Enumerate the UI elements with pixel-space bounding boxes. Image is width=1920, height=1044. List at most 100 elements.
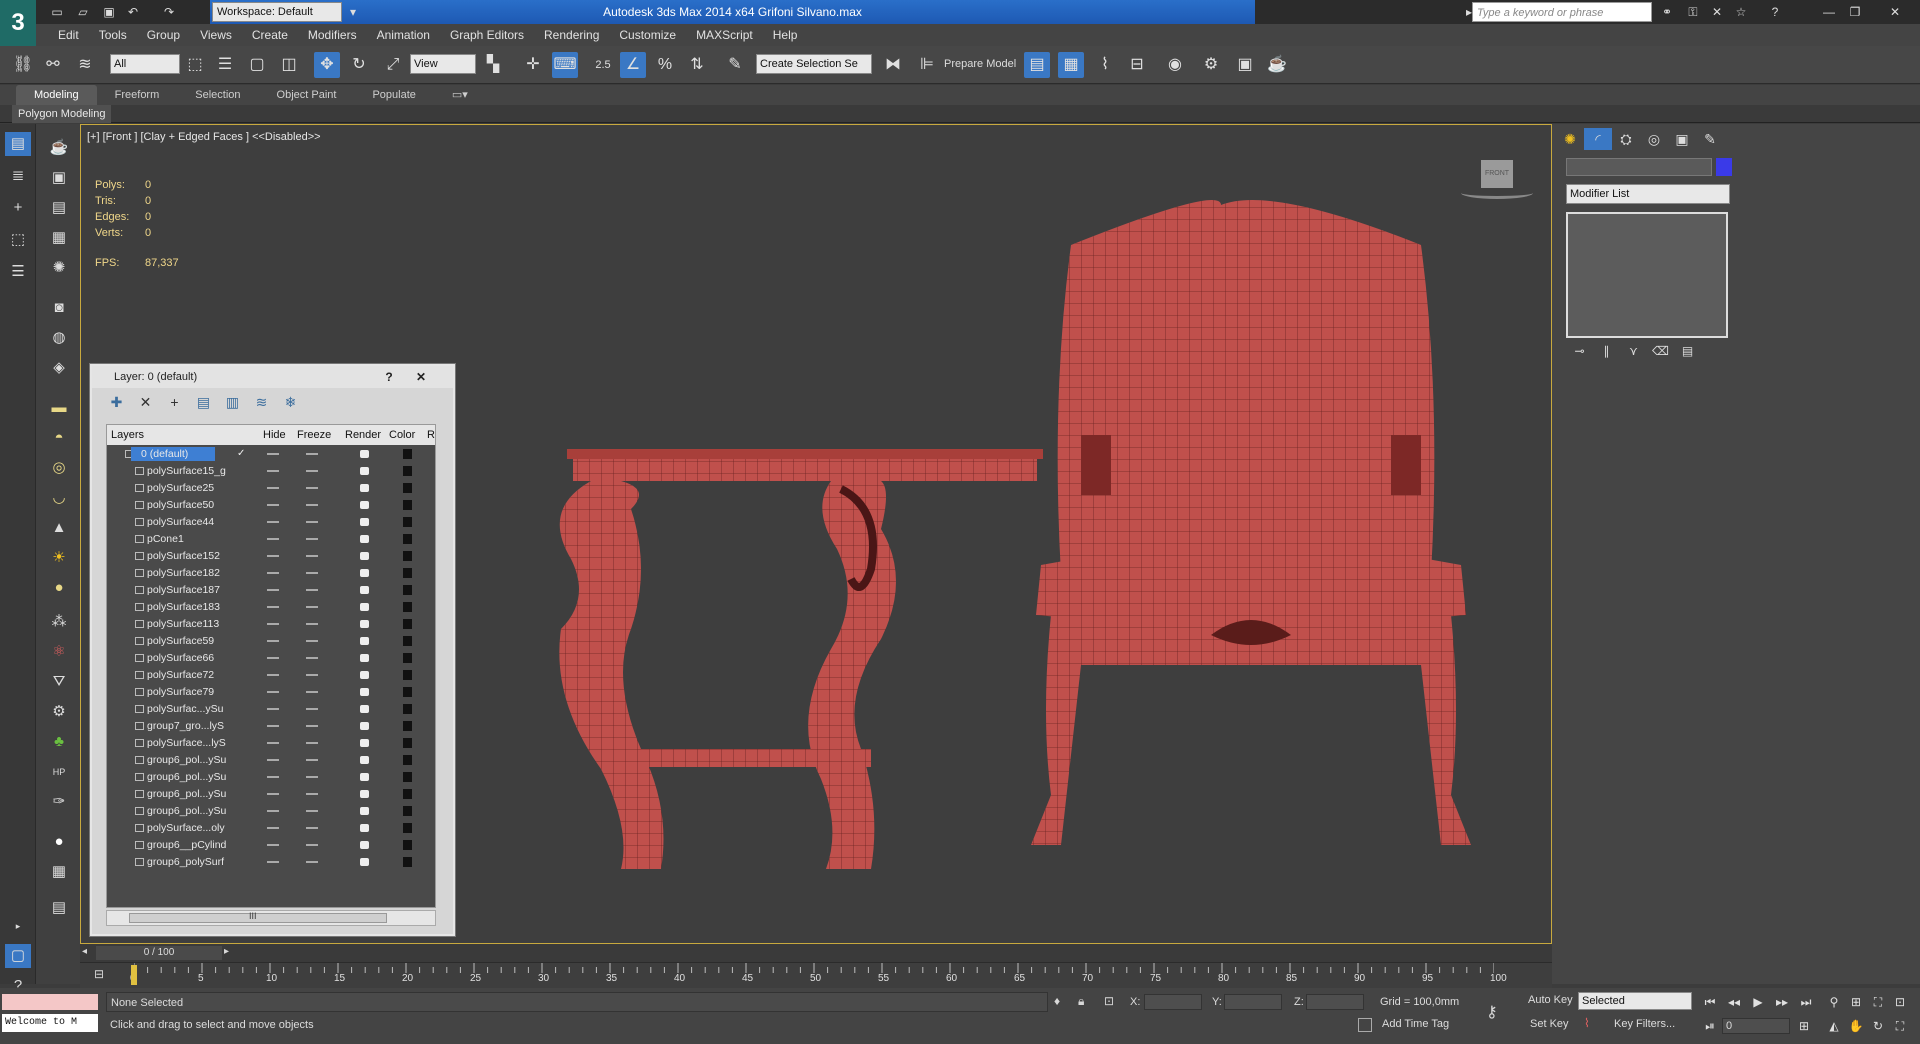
audio-icon[interactable]: ◍ xyxy=(46,326,72,350)
maximize-viewport-icon[interactable]: ⛶ xyxy=(1890,1018,1910,1034)
play-icon[interactable]: ▶ xyxy=(1748,994,1768,1010)
redo-icon[interactable]: ↷ xyxy=(160,3,178,21)
hide-toggle[interactable] xyxy=(267,691,279,693)
scene-list-icon[interactable]: ☰ xyxy=(5,260,31,284)
layer-object-row[interactable]: polySurface72 xyxy=(107,668,435,682)
add-time-tag[interactable]: Add Time Tag xyxy=(1382,1018,1449,1030)
motion-tab-icon[interactable]: ◎ xyxy=(1640,128,1668,150)
layer-object-row[interactable]: polySurface187 xyxy=(107,583,435,597)
zoom-icon[interactable]: ⚲ xyxy=(1824,994,1844,1010)
maxscript-listener-output[interactable] xyxy=(2,994,98,1010)
layer-color-swatch[interactable] xyxy=(403,857,412,867)
layer-object-row[interactable]: group6_pol...ySu xyxy=(107,753,435,767)
hide-toggle[interactable] xyxy=(267,487,279,489)
molecule-icon[interactable]: ⚛ xyxy=(46,640,72,664)
freeze-toggle[interactable] xyxy=(306,861,318,863)
layer-object-row[interactable]: group6_pol...ySu xyxy=(107,787,435,801)
named-selection-dropdown[interactable]: Create Selection Se xyxy=(756,54,872,74)
hide-toggle[interactable] xyxy=(267,470,279,472)
render-teapot-icon[interactable] xyxy=(360,722,369,730)
layer-color-swatch[interactable] xyxy=(403,738,412,748)
hide-toggle[interactable] xyxy=(267,827,279,829)
freeze-toggle[interactable] xyxy=(306,827,318,829)
search-input[interactable]: Type a keyword or phrase xyxy=(1472,2,1652,22)
hide-toggle[interactable] xyxy=(267,844,279,846)
layer-color-swatch[interactable] xyxy=(403,755,412,765)
render-teapot-icon[interactable] xyxy=(360,450,369,458)
ball-icon[interactable]: ● xyxy=(46,830,72,854)
tab-modeling[interactable]: Modeling xyxy=(16,85,97,105)
notes-icon[interactable]: ▤ xyxy=(46,196,72,220)
freeze-all-icon[interactable]: ❄ xyxy=(276,394,305,411)
torus-icon[interactable]: ◎ xyxy=(46,456,72,480)
menu-group[interactable]: Group xyxy=(137,24,190,46)
app-logo-icon[interactable]: 3 xyxy=(0,0,36,46)
help-icon[interactable]: ? xyxy=(1766,3,1784,21)
layer-color-swatch[interactable] xyxy=(403,534,412,544)
pot-icon[interactable]: ◡ xyxy=(46,486,72,510)
keyboard-shortcut-icon[interactable]: ⌨ xyxy=(552,52,578,78)
orbit-icon[interactable]: ↻ xyxy=(1868,1018,1888,1034)
isolate-icon[interactable]: ♦ xyxy=(1054,994,1060,1008)
new-file-icon[interactable]: ▭ xyxy=(48,3,66,21)
hide-toggle[interactable] xyxy=(267,453,279,455)
box-icon[interactable]: ▬ xyxy=(46,396,72,420)
hide-toggle[interactable] xyxy=(267,640,279,642)
rendered-frame-icon[interactable]: ▣ xyxy=(1232,52,1258,78)
select-icon[interactable]: ⬚ xyxy=(5,228,31,252)
layer-object-row[interactable]: group6_pol...ySu xyxy=(107,770,435,784)
menu-modifiers[interactable]: Modifiers xyxy=(298,24,367,46)
scene-explorer-icon[interactable]: ▤ xyxy=(5,132,31,156)
camera-icon[interactable]: ◙ xyxy=(46,296,72,320)
layer-object-row[interactable]: polySurface113 xyxy=(107,617,435,631)
hide-toggle[interactable] xyxy=(267,606,279,608)
hide-toggle[interactable] xyxy=(267,725,279,727)
sun-icon[interactable]: ☀ xyxy=(46,546,72,570)
track-bar[interactable]: ⊟ 05101520253035404550556065707580859095… xyxy=(80,962,1552,988)
freeze-toggle[interactable] xyxy=(306,691,318,693)
chair-model[interactable] xyxy=(1021,195,1481,895)
expand-arrow-icon[interactable]: ▸ xyxy=(5,914,31,938)
layer-color-swatch[interactable] xyxy=(403,823,412,833)
layer-object-row[interactable]: group6_pol...ySu xyxy=(107,804,435,818)
curve-editor-icon[interactable]: ⌇ xyxy=(1092,52,1118,78)
menu-views[interactable]: Views xyxy=(190,24,242,46)
show-end-result-icon[interactable]: ∥ xyxy=(1593,344,1620,358)
hide-toggle[interactable] xyxy=(267,572,279,574)
layer-object-row[interactable]: pCone1 xyxy=(107,532,435,546)
bind-spacewarp-icon[interactable]: ≋ xyxy=(72,52,98,78)
dome-icon[interactable]: ◓ xyxy=(46,426,72,450)
menu-create[interactable]: Create xyxy=(242,24,298,46)
reference-coordinate-dropdown[interactable]: View xyxy=(410,54,476,74)
render-teapot-icon[interactable] xyxy=(360,807,369,815)
layer-object-row[interactable]: polySurface59 xyxy=(107,634,435,648)
render-teapot-icon[interactable] xyxy=(360,518,369,526)
layer-object-row[interactable]: group7_gro...lyS xyxy=(107,719,435,733)
layer-color-swatch[interactable] xyxy=(403,585,412,595)
layer-color-swatch[interactable] xyxy=(403,619,412,629)
render-teapot-icon[interactable] xyxy=(360,739,369,747)
create-layer-icon[interactable]: ✚ xyxy=(102,394,131,411)
mini-curve-editor-icon[interactable]: ⊟ xyxy=(94,967,104,981)
layer-object-row[interactable]: polySurface15_g xyxy=(107,464,435,478)
communication-icon[interactable]: ✕ xyxy=(1708,3,1726,21)
layer-color-swatch[interactable] xyxy=(403,636,412,646)
freeze-toggle[interactable] xyxy=(306,487,318,489)
selection-filter-dropdown[interactable]: All xyxy=(110,54,180,74)
snaps-toggle-icon[interactable]: 2.5 xyxy=(590,52,616,78)
create-tab-icon[interactable]: ✺ xyxy=(1556,128,1584,150)
display-tab-icon[interactable]: ▣ xyxy=(1668,128,1696,150)
col-color[interactable]: Color xyxy=(389,425,415,445)
object-color-swatch[interactable] xyxy=(1716,158,1732,176)
sphere-icon[interactable]: ● xyxy=(46,576,72,600)
layer-object-row[interactable]: polySurface...oly xyxy=(107,821,435,835)
create-icon[interactable]: + xyxy=(5,196,31,220)
freeze-toggle[interactable] xyxy=(306,708,318,710)
tab-object-paint[interactable]: Object Paint xyxy=(259,85,355,105)
layer-object-row[interactable]: polySurface183 xyxy=(107,600,435,614)
light-bulb-icon[interactable]: ✺ xyxy=(46,256,72,280)
hp-icon[interactable]: HP xyxy=(46,760,72,784)
render-teapot-icon[interactable] xyxy=(360,586,369,594)
rectangular-selection-icon[interactable]: ▢ xyxy=(244,52,270,78)
freeze-toggle[interactable] xyxy=(306,725,318,727)
